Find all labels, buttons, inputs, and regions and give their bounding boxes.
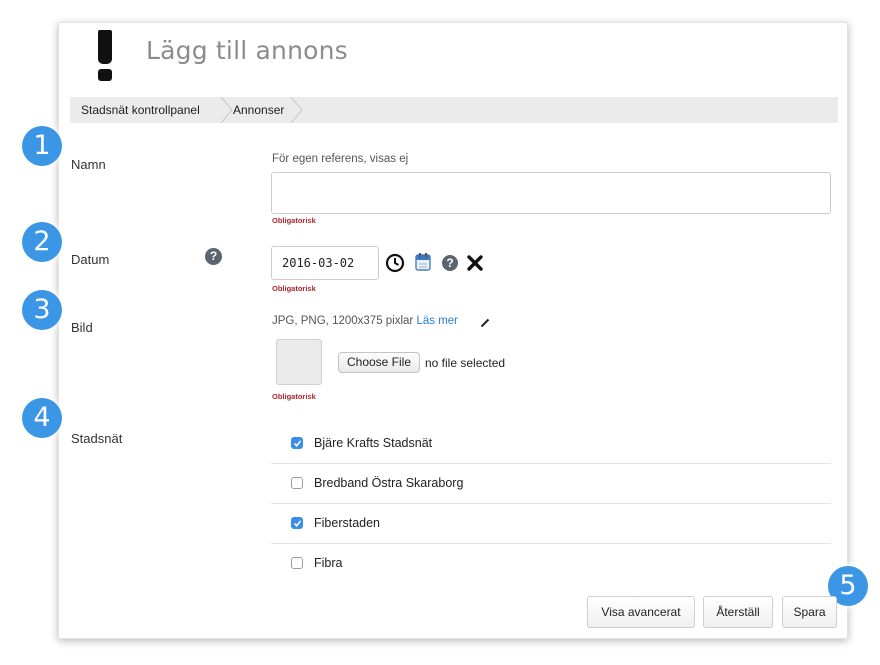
option-label: Bjäre Krafts Stadsnät: [314, 436, 433, 450]
page-title: Lägg till annons: [146, 36, 348, 65]
option-label: Fibra: [314, 556, 343, 570]
help-icon[interactable]: ?: [205, 248, 222, 265]
option-label: Bredband Östra Skaraborg: [314, 476, 464, 490]
step-badge-2: 2: [22, 222, 62, 262]
calendar-icon[interactable]: [414, 252, 432, 272]
stadsnat-option[interactable]: Fibra: [271, 543, 831, 583]
stadsnat-option[interactable]: Bredband Östra Skaraborg: [271, 463, 831, 503]
namn-input[interactable]: [271, 172, 831, 214]
namn-required: Obligatorisk: [272, 216, 316, 225]
show-advanced-button[interactable]: Visa avancerat: [587, 596, 695, 628]
stadsnat-option[interactable]: Bjäre Krafts Stadsnät: [271, 423, 831, 463]
save-button[interactable]: Spara: [782, 596, 837, 628]
breadcrumb-item-annonser[interactable]: Annonser: [233, 97, 284, 123]
clear-icon[interactable]: [466, 254, 484, 272]
step-badge-3: 3: [22, 290, 62, 330]
namn-label: Namn: [71, 157, 106, 172]
bild-hint: JPG, PNG, 1200x375 pixlar Läs mer: [272, 315, 459, 327]
step-badge-4: 4: [22, 398, 62, 438]
datum-required: Obligatorisk: [272, 284, 316, 293]
date-help-icon[interactable]: ?: [441, 254, 459, 272]
namn-hint: För egen referens, visas ej: [272, 153, 409, 165]
stadsnat-option[interactable]: Fiberstaden: [271, 503, 831, 543]
breadcrumb-separator-icon: [290, 97, 303, 123]
checkbox-unchecked[interactable]: [291, 557, 303, 569]
exclamation-icon: [96, 30, 116, 82]
pencil-icon: [480, 318, 490, 328]
datum-label: Datum: [71, 252, 110, 267]
breadcrumb-separator-icon: [220, 97, 233, 123]
option-label: Fiberstaden: [314, 516, 381, 530]
stadsnat-label: Stadsnät: [71, 431, 123, 446]
checkbox-unchecked[interactable]: [291, 477, 303, 489]
checkbox-checked[interactable]: [291, 437, 303, 449]
svg-text:?: ?: [446, 256, 453, 270]
step-badge-1: 1: [22, 126, 62, 166]
choose-file-button[interactable]: Choose File: [338, 352, 420, 373]
breadcrumb: Stadsnät kontrollpanel Annonser: [70, 97, 838, 123]
checkbox-checked[interactable]: [291, 517, 303, 529]
las-mer-link[interactable]: Läs mer: [416, 315, 458, 327]
image-thumbnail: [276, 339, 322, 385]
clock-icon[interactable]: [385, 253, 405, 273]
breadcrumb-item-dashboard[interactable]: Stadsnät kontrollpanel: [81, 97, 200, 123]
datum-input[interactable]: 2016-03-02: [271, 246, 379, 280]
file-status: no file selected: [425, 356, 506, 370]
bild-label: Bild: [71, 320, 93, 335]
reset-button[interactable]: Återställ: [703, 596, 773, 628]
bild-required: Obligatorisk: [272, 392, 316, 401]
